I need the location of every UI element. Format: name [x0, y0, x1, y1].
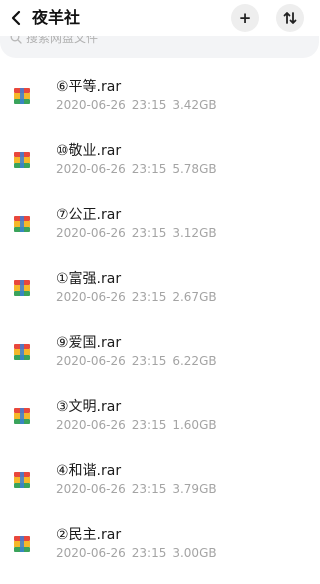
list-item[interactable]: ⑨爱国.rar 2020-06-26 23:15 6.22GB: [0, 324, 319, 388]
sort-button[interactable]: [276, 4, 304, 32]
file-date: 2020-06-26: [56, 546, 126, 560]
file-meta: 2020-06-26 23:15 3.00GB: [56, 545, 217, 561]
file-size: 6.22GB: [172, 354, 217, 368]
file-time: 23:15: [131, 226, 167, 240]
file-time: 23:15: [131, 98, 167, 112]
list-item[interactable]: ⑦公正.rar 2020-06-26 23:15 3.12GB: [0, 196, 319, 260]
archive-file-icon: [14, 152, 30, 168]
file-time: 23:15: [131, 162, 167, 176]
file-date: 2020-06-26: [56, 290, 126, 304]
file-time: 23:15: [131, 482, 167, 496]
file-name: ②民主.rar: [56, 527, 122, 543]
file-name: ④和谐.rar: [56, 463, 122, 479]
file-name: ③文明.rar: [56, 399, 122, 415]
file-date: 2020-06-26: [56, 354, 126, 368]
file-meta: 2020-06-26 23:15 3.12GB: [56, 225, 217, 241]
file-size: 3.79GB: [172, 482, 217, 496]
file-date: 2020-06-26: [56, 98, 126, 112]
archive-file-icon: [14, 408, 30, 424]
file-name: ⑥平等.rar: [56, 79, 122, 95]
search-icon: [10, 36, 22, 44]
file-date: 2020-06-26: [56, 482, 126, 496]
file-size: 3.12GB: [172, 226, 217, 240]
archive-file-icon: [14, 216, 30, 232]
file-time: 23:15: [131, 546, 167, 560]
search-input[interactable]: 搜索网盘文件: [26, 36, 98, 46]
file-date: 2020-06-26: [56, 226, 126, 240]
file-date: 2020-06-26: [56, 418, 126, 432]
page-title: 夜羊社: [32, 8, 81, 27]
file-size: 2.67GB: [172, 290, 217, 304]
archive-file-icon: [14, 472, 30, 488]
list-item[interactable]: ⑩敬业.rar 2020-06-26 23:15 5.78GB: [0, 132, 319, 196]
search-bar[interactable]: 搜索网盘文件: [0, 36, 319, 58]
list-item[interactable]: ④和谐.rar 2020-06-26 23:15 3.79GB: [0, 452, 319, 516]
file-meta: 2020-06-26 23:15 3.42GB: [56, 97, 217, 113]
add-button[interactable]: +: [231, 4, 259, 32]
archive-file-icon: [14, 344, 30, 360]
file-time: 23:15: [131, 354, 167, 368]
file-time: 23:15: [131, 290, 167, 304]
list-item[interactable]: ②民主.rar 2020-06-26 23:15 3.00GB: [0, 516, 319, 580]
file-name: ⑨爱国.rar: [56, 335, 122, 351]
file-meta: 2020-06-26 23:15 1.60GB: [56, 417, 217, 433]
header: 夜羊社 +: [0, 0, 319, 36]
list-item[interactable]: ⑥平等.rar 2020-06-26 23:15 3.42GB: [0, 68, 319, 132]
list-item[interactable]: ①富强.rar 2020-06-26 23:15 2.67GB: [0, 260, 319, 324]
file-date: 2020-06-26: [56, 162, 126, 176]
file-size: 3.42GB: [172, 98, 217, 112]
file-meta: 2020-06-26 23:15 3.79GB: [56, 481, 217, 497]
file-size: 3.00GB: [172, 546, 217, 560]
file-meta: 2020-06-26 23:15 6.22GB: [56, 353, 217, 369]
plus-icon: +: [238, 8, 252, 27]
archive-file-icon: [14, 280, 30, 296]
file-size: 5.78GB: [172, 162, 217, 176]
list-item[interactable]: ③文明.rar 2020-06-26 23:15 1.60GB: [0, 388, 319, 452]
chevron-left-icon: [11, 10, 21, 26]
file-time: 23:15: [131, 418, 167, 432]
file-meta: 2020-06-26 23:15 2.67GB: [56, 289, 217, 305]
file-name: ①富强.rar: [56, 271, 122, 287]
file-meta: 2020-06-26 23:15 5.78GB: [56, 161, 217, 177]
file-size: 1.60GB: [172, 418, 217, 432]
archive-file-icon: [14, 88, 30, 104]
file-name: ⑩敬业.rar: [56, 143, 122, 159]
back-button[interactable]: [6, 6, 26, 30]
file-list: ⑥平等.rar 2020-06-26 23:15 3.42GB ⑩敬业.rar 2020-…: [0, 68, 319, 580]
sort-icon: [283, 12, 297, 24]
archive-file-icon: [14, 536, 30, 552]
file-name: ⑦公正.rar: [56, 207, 122, 223]
